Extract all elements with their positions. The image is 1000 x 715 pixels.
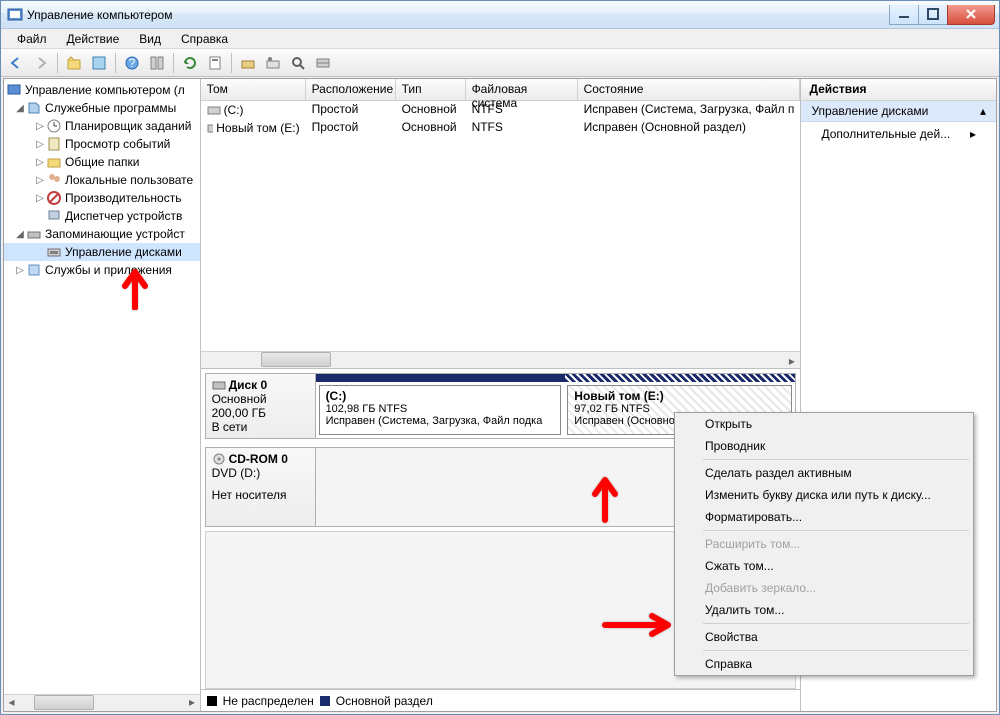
tree-perf[interactable]: ▷Производительность [4, 189, 200, 207]
tree-hscroll[interactable]: ◂ ▸ [4, 694, 200, 711]
list-row[interactable]: Новый том (E:) Простой Основной NTFS Исп… [201, 119, 801, 137]
ctx-properties[interactable]: Свойства [675, 626, 973, 648]
actions-section[interactable]: Управление дисками▴ [801, 101, 996, 122]
tool-icon-3[interactable] [287, 52, 309, 74]
ctx-active[interactable]: Сделать раздел активным [675, 462, 973, 484]
tree-scheduler[interactable]: ▷Планировщик заданий [4, 117, 200, 135]
svg-text:?: ? [129, 56, 136, 70]
ctx-explorer[interactable]: Проводник [675, 435, 973, 457]
ctx-format[interactable]: Форматировать... [675, 506, 973, 528]
up-icon[interactable] [63, 52, 85, 74]
ctx-help[interactable]: Справка [675, 653, 973, 675]
tree-disk-management[interactable]: Управление дисками [4, 243, 200, 261]
tool-icon-4[interactable] [312, 52, 334, 74]
annotation-arrow-3 [600, 610, 680, 643]
ctx-change-letter[interactable]: Изменить букву диска или путь к диску... [675, 484, 973, 506]
tree-users[interactable]: ▷Локальные пользовате [4, 171, 200, 189]
refresh-icon[interactable] [179, 52, 201, 74]
tool-icon-2[interactable] [262, 52, 284, 74]
tree-events[interactable]: ▷Просмотр событий [4, 135, 200, 153]
back-button[interactable] [5, 52, 27, 74]
tree-root[interactable]: Управление компьютером (л [4, 81, 200, 99]
col-fs[interactable]: Файловая система [466, 79, 578, 100]
actions-title: Действия [801, 79, 996, 101]
menu-action[interactable]: Действие [59, 30, 128, 48]
menu-help[interactable]: Справка [173, 30, 236, 48]
close-button[interactable] [947, 5, 995, 25]
menubar: Файл Действие Вид Справка [1, 29, 999, 49]
forward-button[interactable] [30, 52, 52, 74]
ctx-mirror: Добавить зеркало... [675, 577, 973, 599]
nav-tree: Управление компьютером (л ◢ Служебные пр… [4, 79, 201, 711]
volume-c[interactable]: (C:) 102,98 ГБ NTFS Исправен (Система, З… [319, 385, 562, 435]
ctx-delete[interactable]: Удалить том... [675, 599, 973, 621]
legend: Не распределен Основной раздел [201, 689, 801, 711]
col-volume[interactable]: Том [201, 79, 306, 100]
toolbar: ? [1, 49, 999, 77]
tree-devices[interactable]: Диспетчер устройств [4, 207, 200, 225]
search-icon[interactable] [146, 52, 168, 74]
ctx-open[interactable]: Открыть [675, 413, 973, 435]
menu-file[interactable]: Файл [9, 30, 55, 48]
annotation-arrow-1 [115, 260, 155, 313]
annotation-arrow-2 [585, 468, 625, 526]
app-icon [7, 7, 23, 23]
tool-icon-1[interactable] [237, 52, 259, 74]
properties-icon[interactable] [88, 52, 110, 74]
list-row[interactable]: (C:) Простой Основной NTFS Исправен (Сис… [201, 101, 801, 119]
list-hscroll[interactable]: ▸ [201, 351, 801, 368]
tree-group-services[interactable]: ▷ Службы и приложения [4, 261, 200, 279]
titlebar: Управление компьютером [1, 1, 999, 29]
actions-more[interactable]: Дополнительные дей...▸ [801, 122, 996, 146]
volume-list: Том Расположение Тип Файловая система Со… [201, 79, 801, 369]
col-state[interactable]: Состояние [578, 79, 801, 100]
help-icon[interactable]: ? [121, 52, 143, 74]
tree-group-utilities[interactable]: ◢ Служебные программы [4, 99, 200, 117]
export-icon[interactable] [204, 52, 226, 74]
menu-view[interactable]: Вид [131, 30, 169, 48]
window-title: Управление компьютером [27, 8, 890, 22]
col-type[interactable]: Тип [396, 79, 466, 100]
tree-group-storage[interactable]: ◢ Запоминающие устройст [4, 225, 200, 243]
ctx-extend: Расширить том... [675, 533, 973, 555]
context-menu: Открыть Проводник Сделать раздел активны… [674, 412, 974, 676]
minimize-button[interactable] [889, 5, 919, 25]
col-layout[interactable]: Расположение [306, 79, 396, 100]
tree-shared[interactable]: ▷Общие папки [4, 153, 200, 171]
maximize-button[interactable] [918, 5, 948, 25]
ctx-shrink[interactable]: Сжать том... [675, 555, 973, 577]
